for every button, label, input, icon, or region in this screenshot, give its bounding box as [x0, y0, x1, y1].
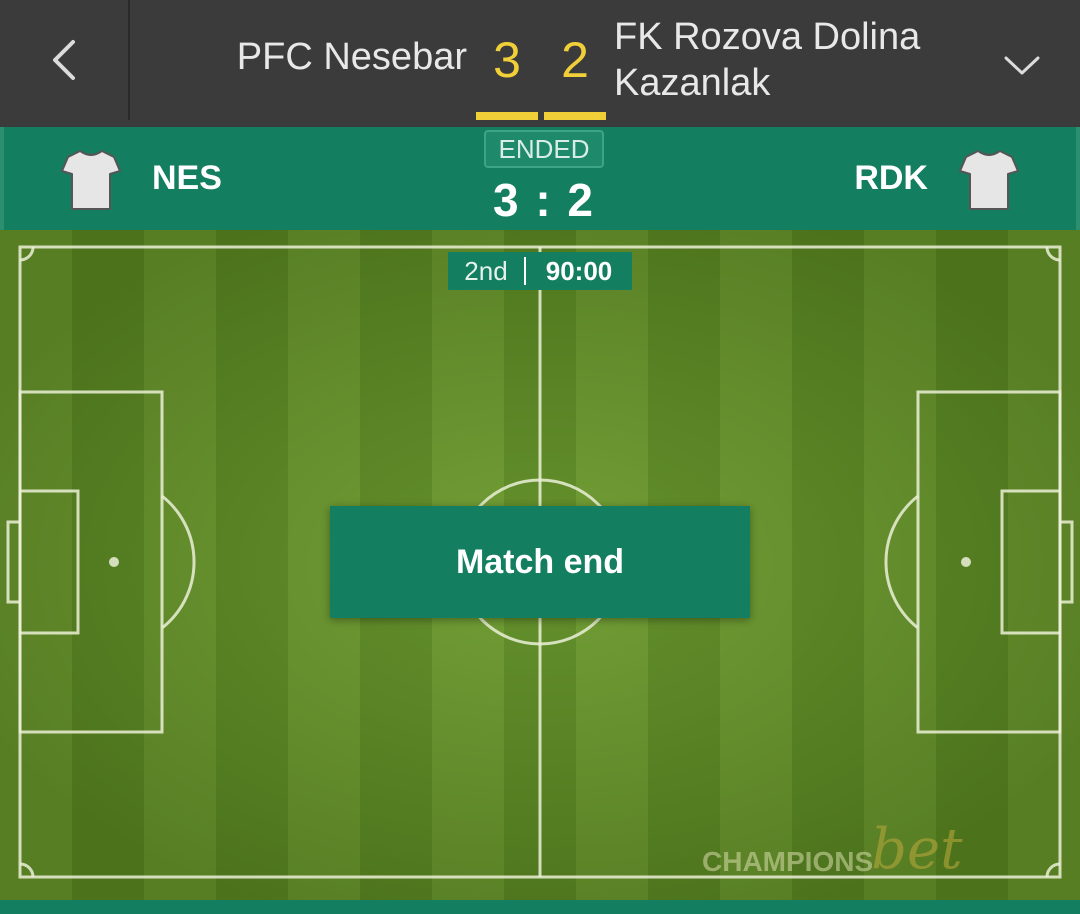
shirt-icon	[61, 150, 121, 210]
home-score: 3	[493, 32, 521, 88]
bottom-strip	[0, 900, 1080, 914]
home-team-name: PFC Nesebar	[236, 36, 467, 78]
shirt-icon	[959, 150, 1019, 210]
match-header: NES ENDED 3 : 2 RDK	[0, 127, 1080, 230]
watermark-script: bet	[871, 817, 963, 882]
away-team-name-line2: Kazanlak	[614, 62, 771, 104]
watermark-text: CHAMPIONS	[702, 846, 874, 877]
match-score: 3 : 2	[492, 174, 596, 226]
chevron-down-icon	[1004, 56, 1040, 75]
home-score-underline	[476, 112, 538, 120]
away-team-name: FK Rozova Dolina Kazanlak	[614, 14, 974, 106]
pitch: 2nd 90:00 Match end CHAMPIONS bet	[0, 230, 1080, 900]
away-team-name-line1: FK Rozova Dolina	[614, 16, 921, 58]
top-app-bar: PFC Nesebar 3 2 FK Rozova Dolina Kazanla…	[0, 0, 1080, 125]
period-label: 2nd	[464, 255, 508, 286]
chevron-left-icon	[53, 40, 75, 80]
period-clock-box: 2nd 90:00	[448, 252, 632, 290]
match-clock: 90:00	[545, 255, 613, 286]
expand-button[interactable]	[992, 40, 1052, 90]
home-team-abbr: NES	[152, 159, 222, 197]
away-score: 2	[561, 32, 589, 88]
away-team-abbr: RDK	[854, 159, 928, 197]
back-button[interactable]	[0, 0, 130, 120]
brand-watermark: CHAMPIONS bet	[702, 822, 963, 878]
match-end-banner: Match end	[330, 506, 750, 618]
status-badge: ENDED	[484, 130, 604, 168]
away-score-underline	[544, 112, 606, 120]
